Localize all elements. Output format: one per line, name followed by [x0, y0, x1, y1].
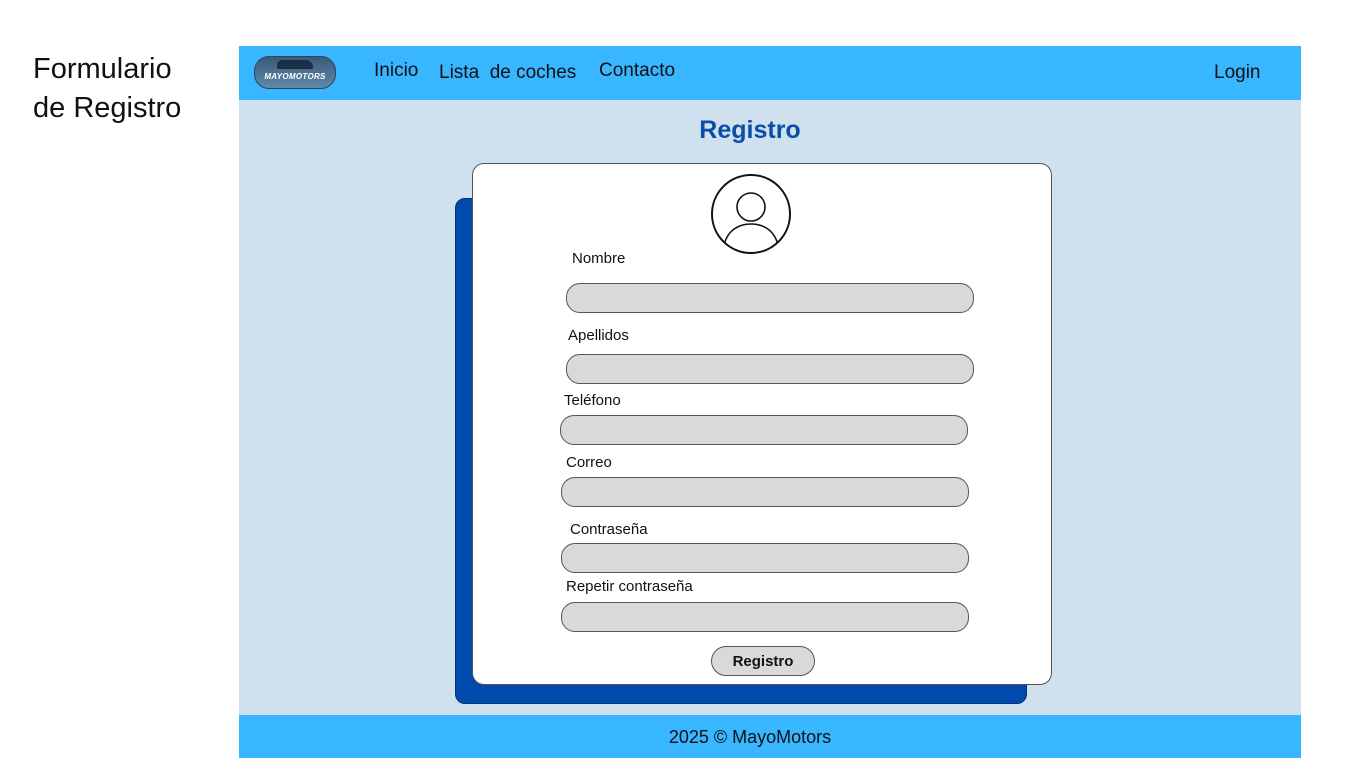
app-frame: MAYOMOTORS Inicio Lista de coches Contac… [239, 46, 1301, 758]
logo-text: MAYOMOTORS [264, 72, 326, 81]
registro-submit-button[interactable]: Registro [711, 646, 815, 676]
nav-link-lista-de-coches[interactable]: Lista de coches [439, 62, 576, 84]
footer: 2025 © MayoMotors [239, 715, 1301, 758]
top-navbar: MAYOMOTORS Inicio Lista de coches Contac… [239, 46, 1301, 100]
label-apellidos: Apellidos [568, 327, 629, 344]
repetir-contrasena-input[interactable] [561, 602, 969, 632]
nav-link-login[interactable]: Login [1214, 62, 1261, 84]
page-title: Registro [699, 116, 801, 144]
footer-copyright: 2025 © MayoMotors [668, 727, 832, 747]
label-repetir-contrasena: Repetir contraseña [566, 578, 693, 595]
registration-form-card: Nombre Apellidos Teléfono Correo Contras… [472, 163, 1052, 685]
nombre-input[interactable] [566, 283, 974, 313]
telefono-input[interactable] [560, 415, 968, 445]
label-nombre: Nombre [572, 250, 626, 267]
correo-input[interactable] [561, 477, 969, 507]
nav-link-inicio[interactable]: Inicio [374, 60, 418, 82]
apellidos-input[interactable] [566, 354, 974, 384]
nav-link-contacto[interactable]: Contacto [599, 60, 675, 82]
brand-logo[interactable]: MAYOMOTORS [254, 56, 336, 89]
label-telefono: Teléfono [564, 392, 621, 409]
contrasena-input[interactable] [561, 543, 969, 573]
car-logo-icon [277, 60, 313, 69]
page-annotation-title: Formulario de Registro [33, 53, 182, 124]
label-correo: Correo [566, 454, 612, 471]
label-contrasena: Contraseña [570, 521, 648, 538]
user-avatar-icon [711, 174, 791, 254]
